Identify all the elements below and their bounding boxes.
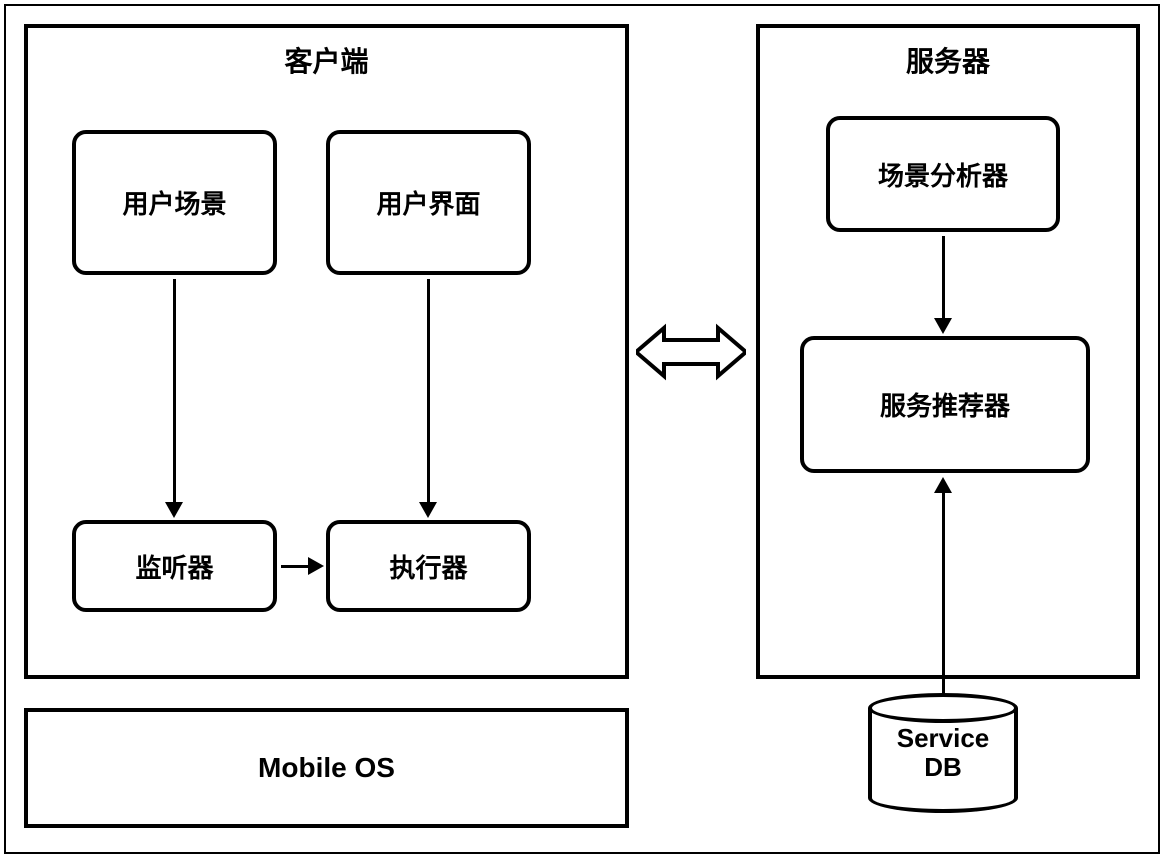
server-title: 服务器 xyxy=(906,40,990,80)
bidirectional-arrow-icon xyxy=(636,320,746,384)
arrow-userscene-to-listener xyxy=(173,279,176,505)
user-interface-label: 用户界面 xyxy=(376,184,480,221)
arrowhead-ui-to-executor xyxy=(419,502,437,518)
db-label-1: Service xyxy=(897,724,990,753)
mobile-os-box: Mobile OS xyxy=(24,708,629,828)
user-scene-label: 用户场景 xyxy=(122,184,226,221)
executor-box: 执行器 xyxy=(326,520,531,612)
scene-analyzer-label: 场景分析器 xyxy=(878,156,1008,193)
arrowhead-analyzer-to-recommender xyxy=(934,318,952,334)
service-recommender-box: 服务推荐器 xyxy=(800,336,1090,473)
arrowhead-userscene-to-listener xyxy=(165,502,183,518)
client-title: 客户端 xyxy=(284,40,368,80)
user-interface-box: 用户界面 xyxy=(326,130,531,275)
arrowhead-db-to-recommender xyxy=(934,477,952,493)
service-recommender-label: 服务推荐器 xyxy=(880,386,1010,423)
arrowhead-listener-to-executor xyxy=(308,557,324,575)
service-db: Service DB xyxy=(868,693,1018,813)
listener-label: 监听器 xyxy=(135,548,213,585)
arrow-ui-to-executor xyxy=(427,279,430,505)
mobile-os-label: Mobile OS xyxy=(258,752,395,784)
user-scene-box: 用户场景 xyxy=(72,130,277,275)
db-label-2: DB xyxy=(924,753,962,782)
arrow-analyzer-to-recommender xyxy=(942,236,945,321)
scene-analyzer-box: 场景分析器 xyxy=(826,116,1060,232)
arrow-db-to-recommender xyxy=(942,491,945,695)
listener-box: 监听器 xyxy=(72,520,277,612)
arrow-listener-to-executor xyxy=(281,565,311,568)
executor-label: 执行器 xyxy=(389,548,467,585)
